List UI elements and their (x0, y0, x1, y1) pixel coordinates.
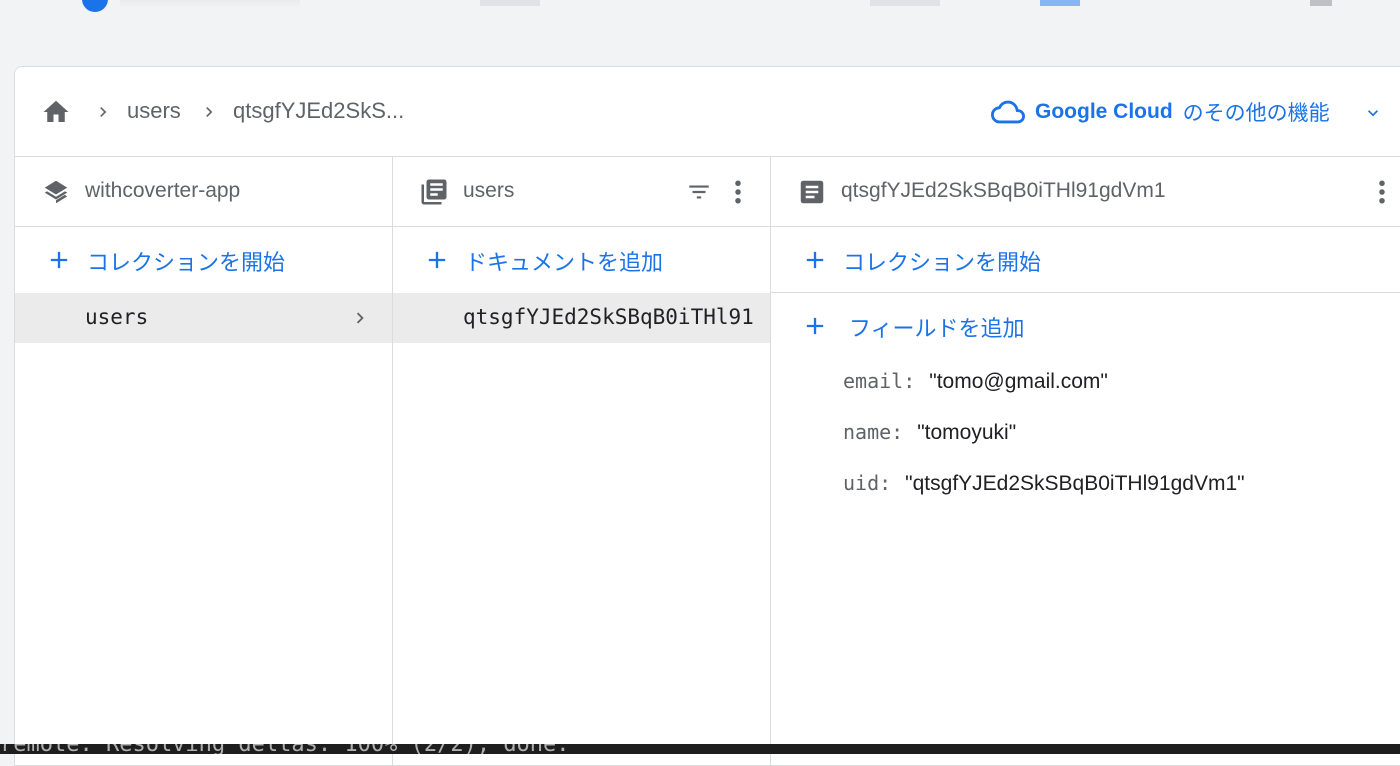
terminal-line: remote: Resolving deltas: 100% (2/2), do… (0, 744, 570, 754)
toolbar-text-fragment (120, 0, 300, 8)
field-key: uid (843, 471, 880, 495)
home-icon[interactable] (39, 97, 73, 127)
list-item-collection-users[interactable]: users (15, 293, 392, 343)
cloud-icon (991, 100, 1025, 124)
plus-icon (50, 251, 68, 269)
root-column: withcoverter-app コレクションを開始 users (15, 157, 393, 765)
column-header: users (393, 157, 770, 227)
field-row-email[interactable]: email: "tomo@gmail.com" (843, 369, 1108, 403)
chevron-down-icon[interactable] (1361, 103, 1385, 123)
field-row-name[interactable]: name: "tomoyuki" (843, 420, 1016, 454)
more-vert-icon[interactable] (731, 177, 745, 207)
field-key: email (843, 369, 904, 393)
breadcrumb-item-document[interactable]: qtsgfYJEd2SkS... (233, 98, 404, 124)
add-field-button[interactable]: フィールドを追加 (771, 293, 1400, 359)
start-collection-label: コレクションを開始 (87, 250, 286, 275)
field-value: "tomo@gmail.com" (929, 370, 1108, 393)
firestore-data-panel: users qtsgfYJEd2SkS... Google Cloud のその他… (14, 66, 1400, 766)
document-title: qtsgfYJEd2SkSBqB0iTHl91gdVm1 (841, 179, 1166, 202)
collection-icon (421, 179, 447, 205)
start-collection-label: コレクションを開始 (843, 250, 1042, 275)
security-shield-icon (82, 0, 108, 12)
filter-icon[interactable] (683, 179, 715, 205)
more-features-label: のその他の機能 (1182, 102, 1330, 125)
field-colon: : (879, 471, 892, 495)
document-column: qtsgfYJEd2SkSBqB0iTHl91gdVm1 コレクションを開始 フ… (771, 157, 1400, 765)
plus-icon (806, 251, 824, 269)
add-document-button[interactable]: ドキュメントを追加 (393, 227, 770, 293)
chevron-right-icon (100, 107, 107, 117)
start-subcollection-button[interactable]: コレクションを開始 (771, 227, 1400, 293)
add-document-label: ドキュメントを追加 (465, 250, 664, 275)
collection-name: users (85, 305, 149, 329)
field-colon: : (891, 420, 904, 444)
column-header: qtsgfYJEd2SkSBqB0iTHl91gdVm1 (771, 157, 1400, 227)
field-row-uid[interactable]: uid: "qtsgfYJEd2SkSBqB0iTHl91gdVm1" (843, 471, 1245, 505)
breadcrumb-item-users[interactable]: users (127, 98, 181, 124)
plus-icon (428, 251, 446, 269)
toolbar-text-fragment (870, 0, 940, 6)
collection-title: users (463, 179, 515, 202)
column-header: withcoverter-app (15, 157, 392, 227)
chevron-right-icon (356, 312, 364, 324)
more-vert-icon[interactable] (1375, 177, 1389, 207)
add-field-label: フィールドを追加 (849, 316, 1025, 341)
field-key: name (843, 420, 892, 444)
chevron-right-icon (206, 107, 213, 117)
start-collection-button[interactable]: コレクションを開始 (15, 227, 392, 293)
toolbar-link-fragment[interactable] (1040, 0, 1080, 6)
google-cloud-more-features-link[interactable]: Google Cloud のその他の機能 (991, 95, 1330, 129)
breadcrumb: users qtsgfYJEd2SkS... Google Cloud のその他… (15, 67, 1400, 157)
field-value: "qtsgfYJEd2SkSBqB0iTHl91gdVm1" (905, 472, 1245, 495)
stack-icon (44, 180, 68, 204)
field-value: "tomoyuki" (917, 421, 1017, 444)
document-id: qtsgfYJEd2SkSBqB0iTHl91 (463, 305, 754, 329)
top-toolbar-fragment (0, 0, 1400, 14)
collection-column: users ドキュメントを追加 qtsgfYJEd2SkSBqB0iTHl91 (393, 157, 771, 765)
google-cloud-brand: Google Cloud (1035, 100, 1173, 123)
toolbar-text-fragment (480, 0, 540, 6)
list-item-document[interactable]: qtsgfYJEd2SkSBqB0iTHl91 (393, 293, 770, 343)
project-title: withcoverter-app (85, 179, 241, 202)
terminal-output-fragment: remote: Resolving deltas: 100% (2/2), do… (0, 744, 1400, 754)
toolbar-icon-fragment[interactable] (1310, 0, 1332, 6)
plus-icon (806, 317, 824, 335)
field-colon: : (903, 369, 916, 393)
document-icon (800, 180, 824, 204)
